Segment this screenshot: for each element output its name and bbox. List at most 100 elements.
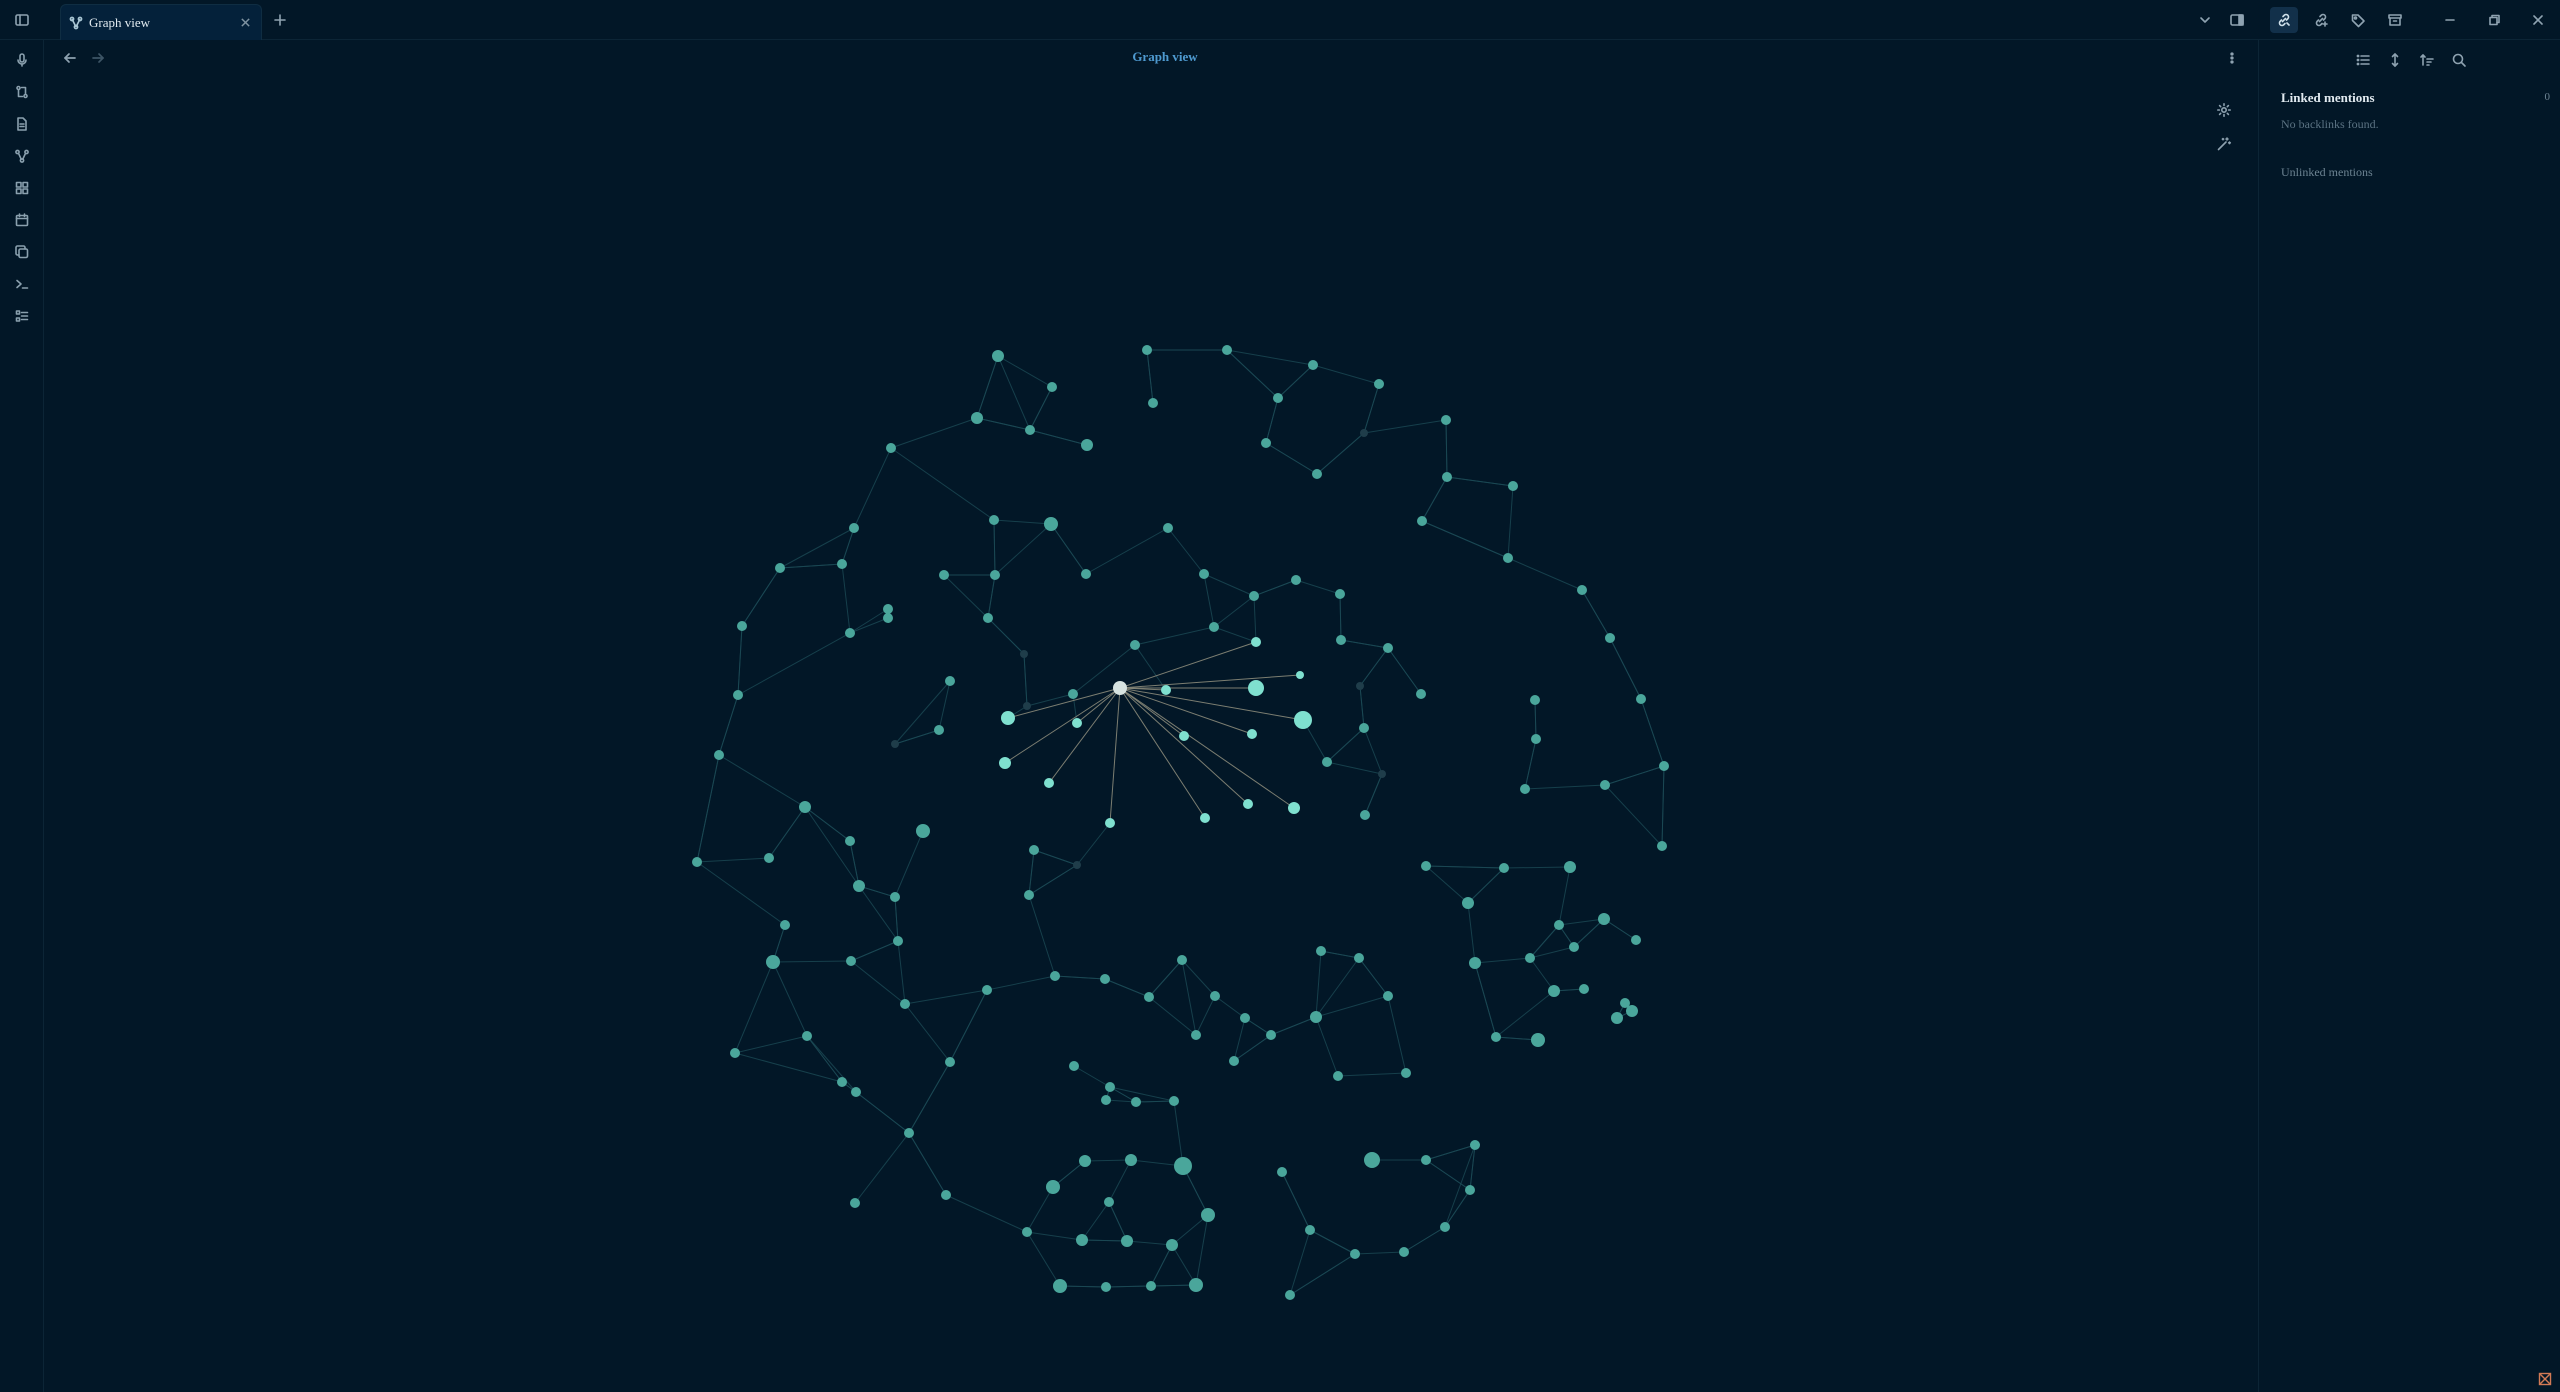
graph-node[interactable] <box>1491 1032 1501 1042</box>
graph-node[interactable] <box>1201 1208 1215 1222</box>
graph-node[interactable] <box>1240 1013 1250 1023</box>
graph-node[interactable] <box>1360 429 1368 437</box>
graph-node[interactable] <box>1401 1068 1411 1078</box>
graph-node[interactable] <box>849 523 859 533</box>
graph-node[interactable] <box>1631 935 1641 945</box>
graph-node[interactable] <box>737 621 747 631</box>
graph-node[interactable] <box>1626 1005 1638 1017</box>
graph-node[interactable] <box>1200 813 1210 823</box>
graph-node[interactable] <box>1174 1157 1192 1175</box>
graph-node[interactable] <box>1069 1061 1079 1071</box>
graph-node[interactable] <box>1531 1033 1545 1047</box>
graph-node[interactable] <box>1508 481 1518 491</box>
graph-node[interactable] <box>850 1198 860 1208</box>
graph-node[interactable] <box>1131 1097 1141 1107</box>
graph-node[interactable] <box>983 613 993 623</box>
minimize-icon[interactable] <box>2436 7 2464 33</box>
graph-node[interactable] <box>845 628 855 638</box>
graph-node[interactable] <box>1470 1140 1480 1150</box>
graph-node[interactable] <box>989 515 999 525</box>
graph-node[interactable] <box>971 412 983 424</box>
graph-node[interactable] <box>1308 360 1318 370</box>
calendar-icon[interactable] <box>10 208 34 232</box>
show-more-context-icon[interactable] <box>2383 48 2407 72</box>
graph-node[interactable] <box>904 1128 914 1138</box>
graph-node[interactable] <box>1569 942 1579 952</box>
graph-node[interactable] <box>1657 841 1667 851</box>
graph-node[interactable] <box>1503 553 1513 563</box>
graph-node[interactable] <box>1047 382 1057 392</box>
sort-icon[interactable] <box>2415 48 2439 72</box>
canvas-icon[interactable] <box>10 176 34 200</box>
restore-icon[interactable] <box>2480 7 2508 33</box>
graph-node[interactable] <box>1499 863 1509 873</box>
graph-node[interactable] <box>1079 1155 1091 1167</box>
terminal-icon[interactable] <box>10 272 34 296</box>
graph-node[interactable] <box>883 613 893 623</box>
graph-node[interactable] <box>1189 1278 1203 1292</box>
graph-node[interactable] <box>1277 1167 1287 1177</box>
graph-node[interactable] <box>1288 802 1300 814</box>
graph-node[interactable] <box>1294 711 1312 729</box>
graph-node[interactable] <box>1611 1012 1623 1024</box>
graph-node[interactable] <box>1316 946 1326 956</box>
graph-node[interactable] <box>1209 622 1219 632</box>
graph-node[interactable] <box>900 999 910 1009</box>
graph-node[interactable] <box>1312 469 1322 479</box>
graph-node[interactable] <box>1105 1082 1115 1092</box>
graph-node[interactable] <box>853 880 865 892</box>
graph-node[interactable] <box>1199 569 1209 579</box>
graph-node[interactable] <box>1417 516 1427 526</box>
graph-node[interactable] <box>1291 575 1301 585</box>
graph-node[interactable] <box>1364 1152 1380 1168</box>
graph-node[interactable] <box>714 750 724 760</box>
graph-node[interactable] <box>1520 784 1530 794</box>
graph-settings-icon[interactable] <box>2212 98 2236 122</box>
graph-node[interactable] <box>1421 1155 1431 1165</box>
graph-node[interactable] <box>1251 637 1261 647</box>
tab-list-icon[interactable] <box>2191 7 2219 33</box>
graph-node[interactable] <box>1247 729 1257 739</box>
close-tab-icon[interactable] <box>237 15 253 31</box>
graph-node[interactable] <box>1266 1030 1276 1040</box>
graph-node[interactable] <box>802 1031 812 1041</box>
tags-icon[interactable] <box>2344 7 2372 33</box>
compare-icon[interactable] <box>10 80 34 104</box>
graph-node[interactable] <box>1296 671 1304 679</box>
graph-node[interactable] <box>1029 845 1039 855</box>
graph-node[interactable] <box>1322 757 1332 767</box>
graph-node[interactable] <box>1163 523 1173 533</box>
graph-node[interactable] <box>1465 1185 1475 1195</box>
graph-node[interactable] <box>1659 761 1669 771</box>
graph-node-active[interactable] <box>1113 681 1127 695</box>
graph-node[interactable] <box>1229 1056 1239 1066</box>
graph-node[interactable] <box>1310 1011 1322 1023</box>
graph-node[interactable] <box>1359 723 1369 733</box>
graph-node[interactable] <box>1636 694 1646 704</box>
search-icon[interactable] <box>2447 48 2471 72</box>
graph-node[interactable] <box>1600 780 1610 790</box>
graph-node[interactable] <box>886 443 896 453</box>
graph-node[interactable] <box>1273 393 1283 403</box>
graph-node[interactable] <box>1333 1071 1343 1081</box>
graph-node[interactable] <box>1354 953 1364 963</box>
graph-node[interactable] <box>775 563 785 573</box>
graph-node[interactable] <box>766 955 780 969</box>
graph-node[interactable] <box>1053 1279 1067 1293</box>
graph-node[interactable] <box>1179 731 1189 741</box>
graph-node[interactable] <box>1248 680 1264 696</box>
graph-canvas[interactable] <box>44 40 2258 1392</box>
graph-node[interactable] <box>1068 689 1078 699</box>
graph-node[interactable] <box>1073 861 1081 869</box>
graph-node[interactable] <box>1020 650 1028 658</box>
graph-node[interactable] <box>941 1190 951 1200</box>
graph-node[interactable] <box>1044 778 1054 788</box>
graph-node[interactable] <box>1044 517 1058 531</box>
graph-node[interactable] <box>992 350 1004 362</box>
new-tab-icon[interactable] <box>266 7 294 33</box>
graph-node[interactable] <box>1399 1247 1409 1257</box>
graph-node[interactable] <box>1142 345 1152 355</box>
graph-node[interactable] <box>1383 643 1393 653</box>
graph-node[interactable] <box>1050 971 1060 981</box>
graph-node[interactable] <box>851 1087 861 1097</box>
